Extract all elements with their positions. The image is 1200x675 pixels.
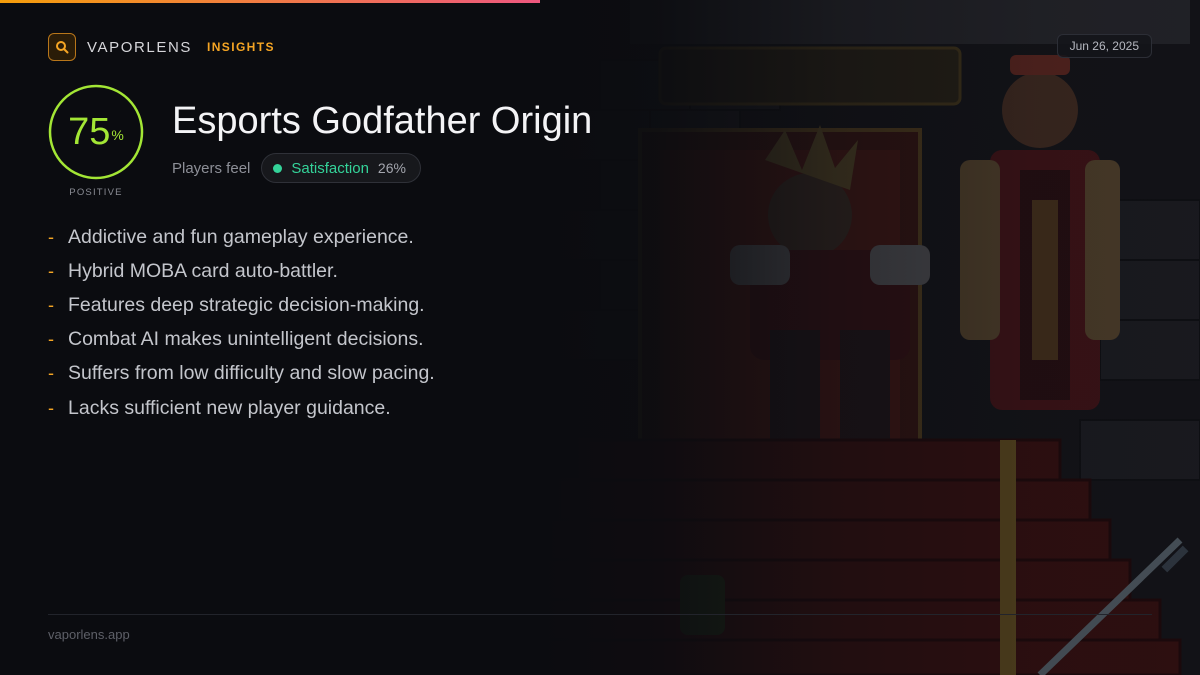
search-icon[interactable] <box>48 33 76 61</box>
score-ring: 75 % <box>48 84 144 180</box>
game-title: Esports Godfather Origin <box>172 100 593 142</box>
players-feel: Players feel Satisfaction 26% <box>172 153 421 183</box>
insight-text: Suffers from low difficulty and slow pac… <box>68 362 435 385</box>
insight-list: - Addictive and fun gameplay experience. … <box>48 220 668 425</box>
sentiment-badge: Satisfaction 26% <box>261 153 421 183</box>
score-unit: % <box>111 127 124 143</box>
sentiment-label: Satisfaction <box>291 159 369 177</box>
score-number: 75 <box>68 110 111 153</box>
list-item: - Combat AI makes unintelligent decisions… <box>48 323 668 357</box>
list-item: - Hybrid MOBA card auto-battler. <box>48 254 668 288</box>
dash-icon: - <box>48 397 54 418</box>
score-label: POSITIVE <box>69 187 123 198</box>
insight-text: Hybrid MOBA card auto-battler. <box>68 259 338 282</box>
brand: VAPORLENS INSIGHTS <box>48 33 275 61</box>
list-item: - Addictive and fun gameplay experience. <box>48 220 668 254</box>
date-badge: Jun 26, 2025 <box>1056 34 1152 58</box>
list-item: - Features deep strategic decision-making… <box>48 288 668 322</box>
dash-icon: - <box>48 226 54 247</box>
insight-text: Lacks sufficient new player guidance. <box>68 396 391 419</box>
dash-icon: - <box>48 260 54 281</box>
insight-text: Combat AI makes unintelligent decisions. <box>68 328 424 351</box>
score-value: 75 % <box>48 84 144 180</box>
footer-link[interactable]: vaporlens.app <box>48 627 130 642</box>
dash-icon: - <box>48 329 54 350</box>
sentiment-dot-icon <box>273 163 283 173</box>
brand-tag: INSIGHTS <box>207 40 275 54</box>
sentiment-percent: 26% <box>377 160 406 176</box>
footer-divider <box>48 614 1152 615</box>
dash-icon: - <box>48 294 54 315</box>
brand-name: VAPORLENS <box>87 38 192 56</box>
insight-text: Addictive and fun gameplay experience. <box>68 225 414 248</box>
players-feel-label: Players feel <box>172 159 251 177</box>
insight-text: Features deep strategic decision-making. <box>68 293 425 316</box>
list-item: - Suffers from low difficulty and slow pa… <box>48 357 668 391</box>
list-item: - Lacks sufficient new player guidance. <box>48 391 668 425</box>
dash-icon: - <box>48 363 54 384</box>
